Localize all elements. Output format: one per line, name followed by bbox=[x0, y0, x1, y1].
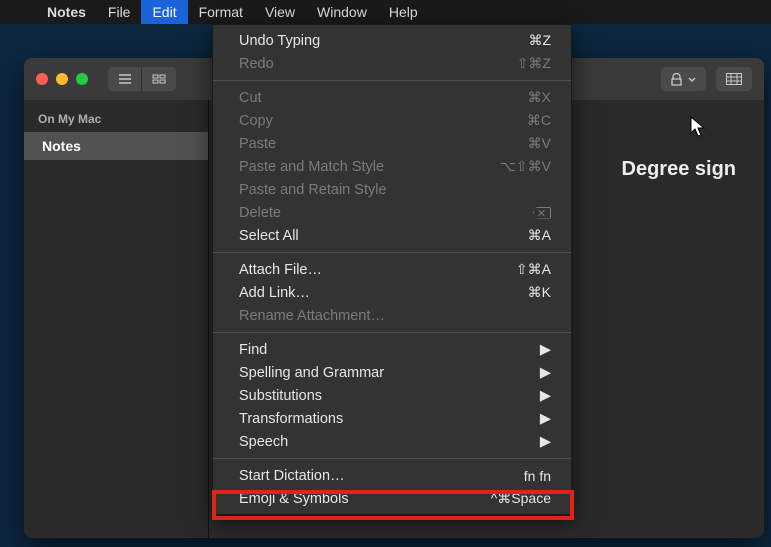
menu-separator bbox=[213, 80, 571, 81]
menu-item-copy: Copy⌘C bbox=[213, 109, 571, 132]
menu-item-label: Substitutions bbox=[239, 388, 540, 404]
menubar: Notes File Edit Format View Window Help bbox=[0, 0, 771, 24]
menubar-edit[interactable]: Edit bbox=[141, 0, 187, 24]
note-title: Degree sign bbox=[622, 158, 736, 181]
menu-item-select-all[interactable]: Select All⌘A bbox=[213, 224, 571, 247]
traffic-lights bbox=[36, 73, 88, 85]
menubar-file[interactable]: File bbox=[97, 0, 142, 24]
view-mode-segmented bbox=[108, 67, 176, 91]
menu-item-label: Speech bbox=[239, 434, 540, 450]
list-icon bbox=[118, 74, 132, 84]
submenu-arrow-icon: ▶ bbox=[540, 434, 551, 450]
menu-separator bbox=[213, 458, 571, 459]
menu-item-paste-and-retain-style: Paste and Retain Style bbox=[213, 178, 571, 201]
menubar-window[interactable]: Window bbox=[306, 0, 378, 24]
menu-item-shortcut: ⌘X bbox=[528, 89, 551, 106]
menu-item-label: Add Link… bbox=[239, 285, 528, 301]
menu-item-undo-typing[interactable]: Undo Typing⌘Z bbox=[213, 29, 571, 52]
menu-item-shortcut: ⌥⇧⌘V bbox=[500, 158, 551, 175]
menu-item-label: Delete bbox=[239, 205, 533, 221]
close-button[interactable] bbox=[36, 73, 48, 85]
menubar-app[interactable]: Notes bbox=[36, 0, 97, 24]
menu-item-shortcut: fn fn bbox=[524, 468, 551, 484]
submenu-arrow-icon: ▶ bbox=[540, 411, 551, 427]
table-icon bbox=[726, 73, 742, 85]
menu-item-shortcut: ⇧⌘A bbox=[516, 261, 551, 278]
sidebar-item-notes[interactable]: Notes bbox=[24, 132, 208, 160]
submenu-arrow-icon: ▶ bbox=[540, 388, 551, 404]
grid-view-button[interactable] bbox=[142, 67, 176, 91]
menu-item-paste: Paste⌘V bbox=[213, 132, 571, 155]
menu-item-speech[interactable]: Speech▶ bbox=[213, 430, 571, 453]
menu-item-substitutions[interactable]: Substitutions▶ bbox=[213, 384, 571, 407]
menu-separator bbox=[213, 332, 571, 333]
menu-item-label: Emoji & Symbols bbox=[239, 491, 491, 507]
menu-item-shortcut: ⌘K bbox=[528, 284, 551, 301]
menu-item-attach-file[interactable]: Attach File…⇧⌘A bbox=[213, 258, 571, 281]
menu-item-shortcut: ⌘A bbox=[528, 227, 551, 244]
menu-item-label: Copy bbox=[239, 113, 527, 129]
table-button[interactable] bbox=[716, 67, 752, 91]
menu-item-rename-attachment: Rename Attachment… bbox=[213, 304, 571, 327]
menu-item-shortcut: ⇧⌘Z bbox=[517, 55, 551, 72]
menu-item-add-link[interactable]: Add Link…⌘K bbox=[213, 281, 571, 304]
menu-item-shortcut: ^⌘Space bbox=[491, 490, 551, 507]
menu-item-label: Paste and Match Style bbox=[239, 159, 500, 175]
menu-item-label: Redo bbox=[239, 56, 517, 72]
sidebar: On My Mac Notes bbox=[24, 100, 209, 538]
menu-item-shortcut: ⌘V bbox=[528, 135, 551, 152]
submenu-arrow-icon: ▶ bbox=[540, 342, 551, 358]
menu-item-label: Cut bbox=[239, 90, 528, 106]
menu-item-label: Undo Typing bbox=[239, 33, 528, 49]
menu-item-paste-and-match-style: Paste and Match Style⌥⇧⌘V bbox=[213, 155, 571, 178]
menu-item-shortcut: ⌘C bbox=[527, 112, 551, 129]
menubar-help[interactable]: Help bbox=[378, 0, 429, 24]
delete-key-icon bbox=[533, 207, 551, 219]
menu-item-spelling-and-grammar[interactable]: Spelling and Grammar▶ bbox=[213, 361, 571, 384]
menu-item-label: Spelling and Grammar bbox=[239, 365, 540, 381]
menu-item-label: Rename Attachment… bbox=[239, 308, 551, 324]
menu-item-shortcut: ⌘Z bbox=[528, 32, 551, 49]
minimize-button[interactable] bbox=[56, 73, 68, 85]
menu-item-delete: Delete bbox=[213, 201, 571, 224]
sidebar-item-label: Notes bbox=[42, 138, 81, 154]
menu-item-label: Paste and Retain Style bbox=[239, 182, 551, 198]
menu-item-cut: Cut⌘X bbox=[213, 86, 571, 109]
menubar-view[interactable]: View bbox=[254, 0, 306, 24]
sidebar-header: On My Mac bbox=[24, 108, 208, 132]
menubar-format[interactable]: Format bbox=[188, 0, 254, 24]
submenu-arrow-icon: ▶ bbox=[540, 365, 551, 381]
grid-icon bbox=[152, 74, 166, 84]
menu-item-label: Start Dictation… bbox=[239, 468, 524, 484]
menu-item-find[interactable]: Find▶ bbox=[213, 338, 571, 361]
zoom-button[interactable] bbox=[76, 73, 88, 85]
menu-item-label: Select All bbox=[239, 228, 528, 244]
menu-item-label: Attach File… bbox=[239, 262, 516, 278]
menu-item-start-dictation[interactable]: Start Dictation…fn fn bbox=[213, 464, 571, 487]
menu-item-transformations[interactable]: Transformations▶ bbox=[213, 407, 571, 430]
menu-item-label: Transformations bbox=[239, 411, 540, 427]
edit-menu-dropdown: Undo Typing⌘ZRedo⇧⌘ZCut⌘XCopy⌘CPaste⌘VPa… bbox=[212, 24, 572, 515]
lock-button[interactable] bbox=[661, 67, 706, 91]
menu-item-label: Find bbox=[239, 342, 540, 358]
chevron-down-icon bbox=[688, 77, 696, 82]
lock-icon bbox=[671, 73, 682, 86]
menu-item-emoji-symbols[interactable]: Emoji & Symbols^⌘Space bbox=[213, 487, 571, 510]
menu-separator bbox=[213, 252, 571, 253]
menu-item-redo: Redo⇧⌘Z bbox=[213, 52, 571, 75]
menu-item-label: Paste bbox=[239, 136, 528, 152]
list-view-button[interactable] bbox=[108, 67, 142, 91]
